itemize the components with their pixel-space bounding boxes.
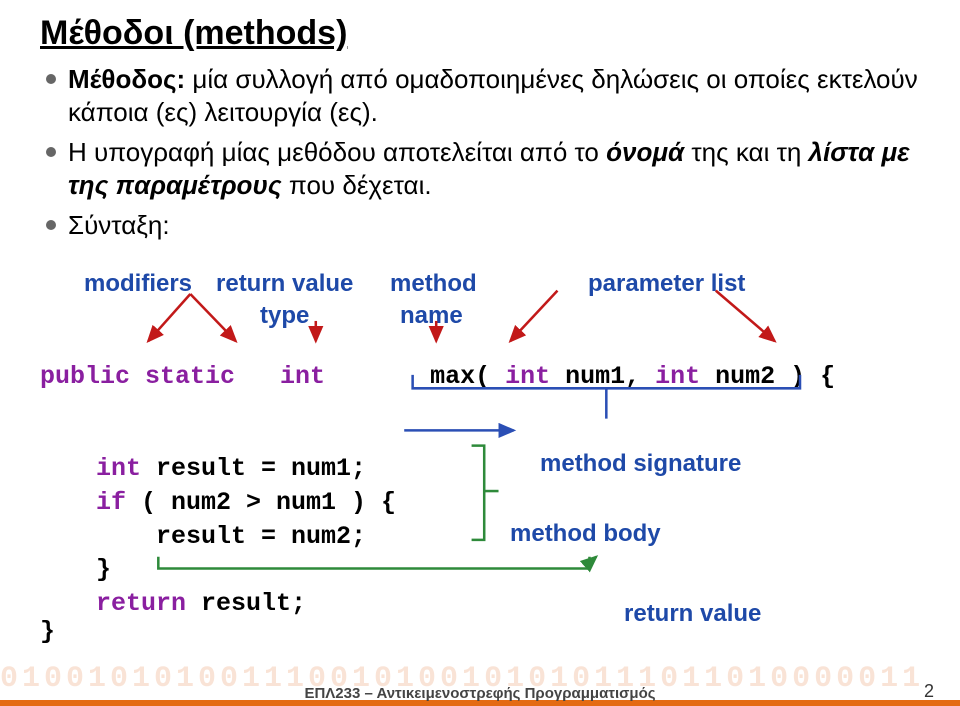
bullet-1-text: μία συλλογή από ομαδοποιημένες δηλώσεις … [68, 64, 918, 127]
page-number: 2 [924, 681, 934, 702]
code-close-brace: } [40, 617, 55, 646]
bullet-2: Η υπογραφή μίας μεθόδου αποτελείται από … [44, 136, 920, 201]
bullet-3: Σύνταξη: [44, 209, 920, 242]
label-modifiers: modifiers [84, 270, 192, 298]
label-method-body: method body [510, 520, 661, 548]
slide-footer: 0100101010011100101001010101110110100000… [0, 666, 960, 706]
bullet-list: Μέθοδος: μία συλλογή από ομαδοποιημένες … [44, 63, 920, 242]
code-signature: public static int max( int num1, int num… [40, 362, 835, 391]
bullet-1: Μέθοδος: μία συλλογή από ομαδοποιημένες … [44, 63, 920, 128]
method-diagram: modifiers return value type method name … [40, 262, 920, 582]
label-name: name [400, 302, 463, 330]
code-body: int result = num1; if ( num2 > num1 ) { … [96, 452, 396, 621]
label-method-signature: method signature [540, 450, 741, 478]
label-parameter-list: parameter list [588, 270, 745, 298]
label-type: type [260, 302, 309, 330]
label-return-value: return value [216, 270, 353, 298]
label-return-value-bottom: return value [624, 600, 761, 628]
footer-course: ΕΠΛ233 – Αντικειμενοστρεφής Προγραμματισ… [0, 685, 960, 702]
slide-title: Μέθοδοι (methods) [40, 14, 920, 53]
label-method: method [390, 270, 477, 298]
bullet-1-bold: Μέθοδος: [68, 64, 192, 94]
